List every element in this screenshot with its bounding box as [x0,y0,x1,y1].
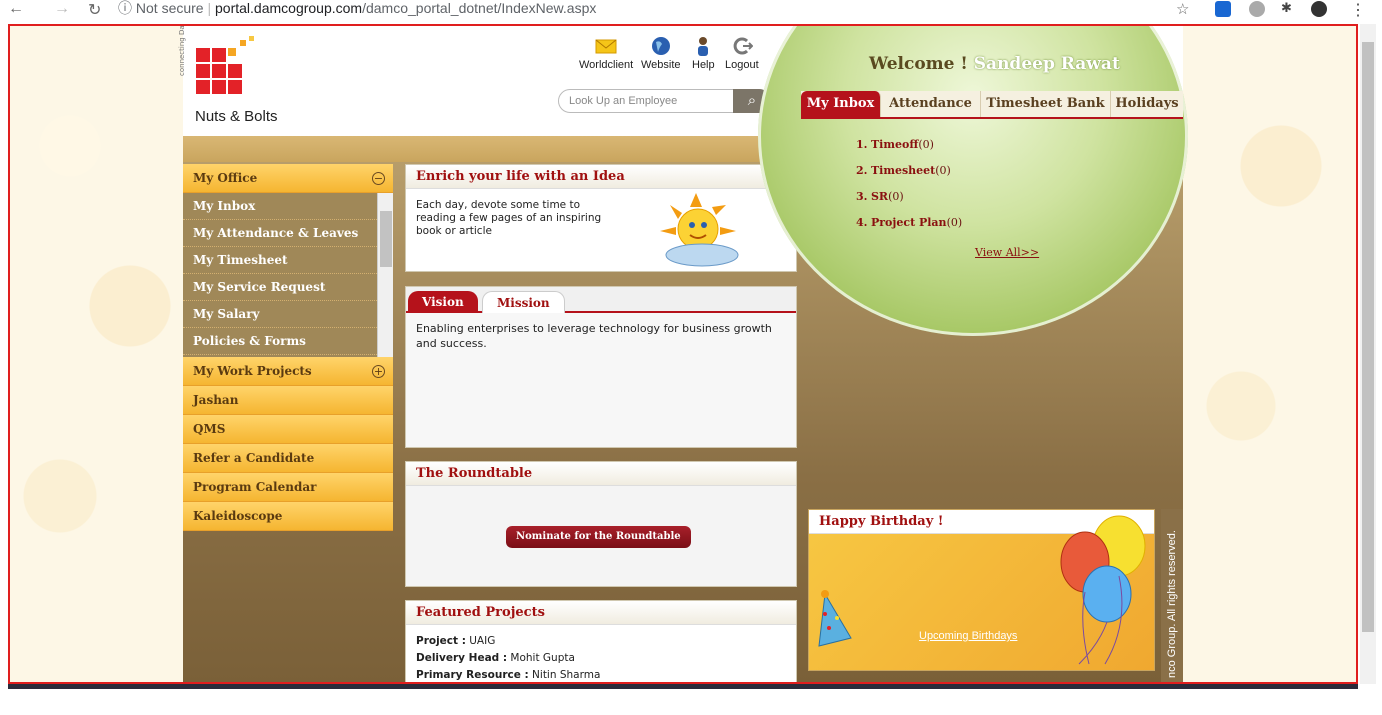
nav-service-request[interactable]: My Service Request [183,274,393,301]
inbox-tabs: My Inbox Attendance Timesheet Bank Holid… [801,91,1183,119]
logo-text: Nuts & Bolts [195,108,278,125]
tab-vision[interactable]: Vision [408,291,478,313]
submenu-scrollbar[interactable] [377,193,393,357]
left-nav: My Office − My Inbox My Attendance & Leav… [183,164,393,531]
extension-shield-icon[interactable] [1249,1,1265,17]
url-path: /damco_portal_dotnet/IndexNew.aspx [362,0,597,16]
extension-ui-icon[interactable] [1215,1,1231,17]
birthday-panel: Happy Birthday ! Upcoming Birthdays [808,509,1155,671]
decorative-background-left [10,26,185,682]
nav-refer-candidate[interactable]: Refer a Candidate [183,444,393,473]
reload-icon[interactable]: ↻ [88,0,101,20]
portal-page: connecting Damco Nuts & Bolts Worldclien… [178,26,1188,682]
address-bar[interactable]: ⓘ Not secure | portal.damcogroup.com/dam… [118,0,596,20]
vision-mission-panel: Vision Mission Enabling enterprises to l… [405,286,797,448]
star-icon[interactable]: ☆ [1176,0,1189,18]
inbox-item-timesheet[interactable]: 2. Timesheet(0) [856,164,962,190]
decorative-background-right [1181,26,1356,682]
featured-row: Delivery Head : Mohit Gupta [416,652,575,664]
office-submenu: My Inbox My Attendance & Leaves My Times… [183,193,393,357]
featured-list: Project : UAIG Delivery Head : Mohit Gup… [406,625,796,682]
view-all-link[interactable]: View All>> [975,246,1039,259]
party-hat-icon [818,590,852,647]
idea-text: Each day, devote some time to reading a … [416,199,602,237]
website-link[interactable]: Website [641,36,681,71]
inbox-list: 1. Timeoff(0) 2. Timesheet(0) 3. SR(0) 4… [856,138,962,242]
worldclient-link[interactable]: Worldclient [579,36,633,71]
nav-program-calendar[interactable]: Program Calendar [183,473,393,502]
tab-mission[interactable]: Mission [482,291,565,313]
nav-kaleidoscope[interactable]: Kaleidoscope [183,502,393,531]
forward-icon[interactable]: → [54,0,70,18]
nav-jashan[interactable]: Jashan [183,386,393,415]
logo-tagline: connecting Damco [178,24,186,76]
back-icon[interactable]: ← [8,0,24,18]
nav-my-timesheet[interactable]: My Timesheet [183,247,393,274]
roundtable-panel: The Roundtable Nominate for the Roundtab… [405,461,797,587]
bottom-bar [0,684,1382,715]
puzzle-icon[interactable]: ✱ [1281,0,1292,16]
nav-policies-forms[interactable]: Policies & Forms [183,328,393,355]
featured-projects-panel: Featured Projects Project : UAIG Deliver… [405,600,797,682]
inbox-item-sr[interactable]: 3. SR(0) [856,190,962,216]
balloons-icon [1060,515,1146,665]
inbox-item-timeoff[interactable]: 1. Timeoff(0) [856,138,962,164]
tab-timesheet-bank[interactable]: Timesheet Bank [981,91,1111,117]
nominate-button[interactable]: Nominate for the Roundtable [506,526,691,548]
mail-icon [595,39,617,54]
nav-my-salary[interactable]: My Salary [183,301,393,328]
page-frame: connecting Damco Nuts & Bolts Worldclien… [8,24,1358,684]
expand-icon[interactable]: + [372,365,385,378]
security-label: Not secure [135,0,204,16]
sun-icon [660,193,739,267]
help-person-icon [698,37,709,56]
globe-icon [651,37,670,55]
roundtable-title: The Roundtable [406,462,796,486]
featured-title: Featured Projects [406,601,796,625]
url-host: portal.damcogroup.com [215,0,363,16]
info-icon: ⓘ [118,0,136,16]
vision-text: Enabling enterprises to leverage technol… [416,322,772,350]
featured-row: Primary Resource : Nitin Sharma [416,669,601,681]
featured-row: Project : UAIG [416,635,496,647]
upcoming-birthdays-link[interactable]: Upcoming Birthdays [919,630,1017,642]
nav-attendance-leaves[interactable]: My Attendance & Leaves [183,220,393,247]
window-scrollbar[interactable] [1360,24,1376,684]
nav-my-office[interactable]: My Office − [183,164,393,193]
inbox-item-project-plan[interactable]: 4. Project Plan(0) [856,216,962,242]
idea-title: Enrich your life with an Idea [406,165,796,189]
browser-toolbar: ← → ↻ ⓘ Not secure | portal.damcogroup.c… [0,0,1382,20]
idea-panel: Enrich your life with an Idea Each day, … [405,164,797,272]
avatar[interactable] [1311,1,1327,17]
nav-my-work-projects[interactable]: My Work Projects + [183,357,393,386]
tab-attendance[interactable]: Attendance [881,91,981,117]
help-link[interactable]: Help [692,36,715,71]
logout-link[interactable]: Logout [725,36,759,71]
copyright-vertical: nco Group. All rights reserved. [1161,509,1183,682]
collapse-icon[interactable]: − [372,172,385,185]
tab-my-inbox[interactable]: My Inbox [801,91,881,117]
tab-holidays[interactable]: Holidays [1111,91,1183,117]
menu-icon[interactable]: ⋮ [1350,0,1366,20]
user-name: Sandeep Rawat [973,54,1120,74]
nav-qms[interactable]: QMS [183,415,393,444]
logout-icon [733,37,753,55]
welcome-text: Welcome ! Sandeep Rawat [869,54,1120,74]
nav-my-inbox[interactable]: My Inbox [183,193,393,220]
vision-mission-tabs: Vision Mission [406,287,796,313]
